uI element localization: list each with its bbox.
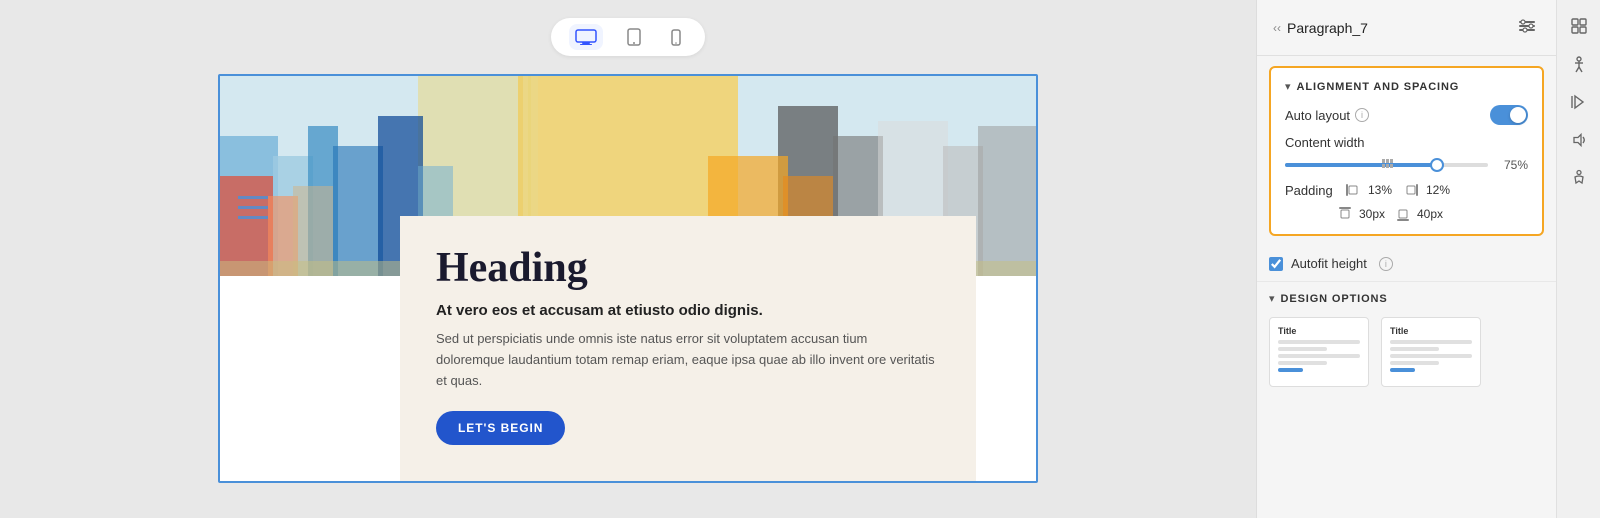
content-body: Sed ut perspiciatis unde omnis iste natu… xyxy=(436,329,936,391)
content-card: Heading At vero eos et accusam at etiust… xyxy=(400,216,976,481)
panel-header: ‹‹ Paragraph_7 xyxy=(1257,0,1556,56)
auto-layout-toggle[interactable] xyxy=(1490,105,1528,125)
autofit-checkbox[interactable] xyxy=(1269,257,1283,271)
panel-settings-btn[interactable] xyxy=(1514,14,1540,41)
design-options-chevron-icon[interactable]: ▾ xyxy=(1269,292,1275,305)
design-card-2-line-1 xyxy=(1390,340,1472,344)
panel-back-chevron[interactable]: ‹‹ xyxy=(1273,21,1281,35)
design-card-2-accent xyxy=(1390,368,1415,372)
autofit-info-icon[interactable]: i xyxy=(1379,257,1393,271)
slider-grid-marker xyxy=(1382,159,1396,171)
padding-bottom-value: 40px xyxy=(1415,207,1445,221)
slider-thumb[interactable] xyxy=(1430,158,1444,172)
figure-btn[interactable] xyxy=(1563,162,1595,194)
section-title: ALIGNMENT AND SPACING xyxy=(1297,81,1460,93)
padding-left-field: 13% xyxy=(1345,182,1395,198)
padding-label: Padding xyxy=(1285,183,1337,198)
design-options-section: ▾ DESIGN OPTIONS Title Title xyxy=(1257,282,1556,397)
section-chevron-icon[interactable]: ▾ xyxy=(1285,80,1291,93)
design-card-1-line-3 xyxy=(1278,354,1360,358)
auto-layout-label: Auto layout i xyxy=(1285,108,1490,123)
canvas-area: Heading At vero eos et accusam at etiust… xyxy=(0,0,1256,518)
design-card-1-title: Title xyxy=(1278,326,1360,336)
content-subheading: At vero eos et accusam at etiusto odio d… xyxy=(436,302,940,319)
device-mobile-btn[interactable] xyxy=(665,24,687,50)
padding-bottom-icon xyxy=(1395,206,1411,222)
design-options-header: ▾ DESIGN OPTIONS xyxy=(1269,292,1544,305)
padding-bottom-field: 40px xyxy=(1395,206,1445,222)
animation-btn[interactable] xyxy=(1563,86,1595,118)
design-options-title: DESIGN OPTIONS xyxy=(1281,293,1388,305)
content-width-value: 75% xyxy=(1496,158,1528,172)
panel-element-name: Paragraph_7 xyxy=(1287,20,1368,36)
design-cards: Title Title xyxy=(1269,317,1544,387)
content-heading: Heading xyxy=(436,244,940,292)
right-panel: ‹‹ Paragraph_7 ▾ ALIGNMENT AND SPACING A… xyxy=(1256,0,1556,518)
device-toolbar xyxy=(551,18,705,56)
design-card-2[interactable]: Title xyxy=(1381,317,1481,387)
padding-top-icon xyxy=(1337,206,1353,222)
padding-top-field: 30px xyxy=(1337,206,1387,222)
auto-layout-row: Auto layout i xyxy=(1285,105,1528,125)
design-card-1[interactable]: Title xyxy=(1269,317,1369,387)
design-card-1-accent xyxy=(1278,368,1303,372)
padding-right-field: 12% xyxy=(1403,182,1453,198)
design-card-2-line-2 xyxy=(1390,347,1439,351)
padding-right-value: 12% xyxy=(1423,183,1453,197)
properties-panel-btn[interactable] xyxy=(1563,10,1595,42)
autofit-section: Autofit height i xyxy=(1257,246,1556,282)
autofit-label: Autofit height xyxy=(1291,256,1367,271)
section-header: ▾ ALIGNMENT AND SPACING xyxy=(1285,80,1528,93)
padding-row-2: 30px 40px xyxy=(1285,206,1528,222)
content-width-slider-row: 75% xyxy=(1285,158,1528,172)
design-card-2-line-4 xyxy=(1390,361,1439,365)
device-desktop-btn[interactable] xyxy=(569,24,603,50)
alignment-spacing-section: ▾ ALIGNMENT AND SPACING Auto layout i Co… xyxy=(1269,66,1544,236)
design-card-1-line-2 xyxy=(1278,347,1327,351)
design-card-2-line-3 xyxy=(1390,354,1472,358)
auto-layout-info-icon[interactable]: i xyxy=(1355,108,1369,122)
audio-btn[interactable] xyxy=(1563,124,1595,156)
icon-strip xyxy=(1556,0,1600,518)
page-preview: Heading At vero eos et accusam at etiust… xyxy=(218,74,1038,483)
padding-right-icon xyxy=(1403,182,1419,198)
padding-top-value: 30px xyxy=(1357,207,1387,221)
padding-left-icon xyxy=(1345,182,1361,198)
slider-fill xyxy=(1285,163,1437,167)
panel-title-group: ‹‹ Paragraph_7 xyxy=(1273,20,1368,36)
padding-left-value: 13% xyxy=(1365,183,1395,197)
padding-row-1: Padding 13% 12% xyxy=(1285,182,1528,198)
design-card-1-line-4 xyxy=(1278,361,1327,365)
accessibility-btn[interactable] xyxy=(1563,48,1595,80)
content-width-label: Content width xyxy=(1285,135,1528,150)
cta-button[interactable]: LET'S BEGIN xyxy=(436,411,565,445)
design-card-2-title: Title xyxy=(1390,326,1472,336)
content-width-slider[interactable] xyxy=(1285,163,1488,167)
design-card-1-line-1 xyxy=(1278,340,1360,344)
device-tablet-btn[interactable] xyxy=(621,24,647,50)
